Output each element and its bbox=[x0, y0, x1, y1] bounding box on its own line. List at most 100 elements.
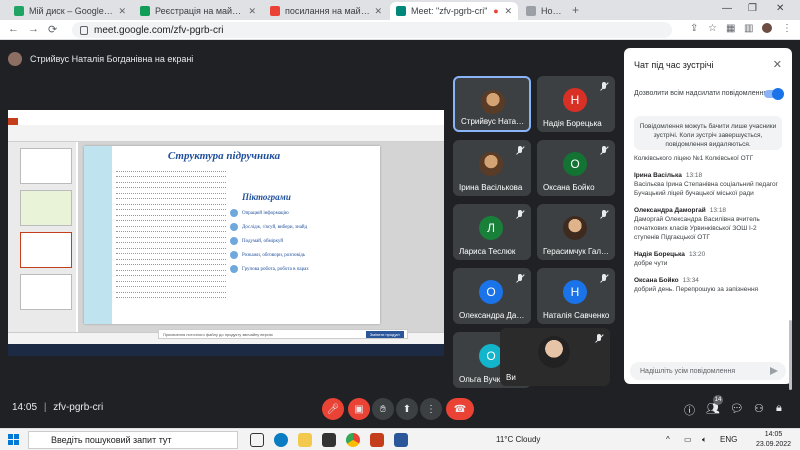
browser-tab[interactable]: Нова вкладка bbox=[520, 2, 568, 20]
info-icon[interactable]: ⓘ bbox=[684, 402, 695, 418]
star-icon[interactable]: ☆ bbox=[708, 23, 717, 34]
participant-tile[interactable]: Н Наталія Савченко bbox=[537, 268, 615, 324]
browser-tabbar: Мій диск – Google Диск ✕ Реєстрація на м… bbox=[0, 0, 800, 20]
chat-input[interactable]: Надішліть усім повідомлення bbox=[630, 362, 786, 380]
participant-tile[interactable]: Н Надія Борецька bbox=[537, 76, 615, 132]
url-input[interactable]: meet.google.com/zfv-pgrb-cri bbox=[72, 22, 672, 38]
system-clock[interactable]: 14:05 23.09.2022 bbox=[756, 430, 791, 450]
chat-scrollbar[interactable] bbox=[789, 320, 792, 390]
magnifier-icon bbox=[230, 223, 238, 231]
presentation-banner: Стрийвус Наталія Богданівна на екрані bbox=[8, 50, 608, 68]
tab-title: Реєстрація на майстер-кла bbox=[155, 6, 244, 16]
host-controls-icon[interactable]: 🔒︎ bbox=[776, 402, 782, 415]
send-icon[interactable] bbox=[770, 367, 778, 375]
close-icon[interactable]: ✕ bbox=[244, 6, 256, 17]
reload-icon[interactable]: ⟳ bbox=[48, 23, 57, 36]
participant-tile[interactable]: О Олександра Дар... bbox=[453, 268, 531, 324]
weather-widget[interactable]: 11°C Cloudy bbox=[496, 435, 540, 444]
word-icon[interactable] bbox=[394, 433, 408, 447]
present-button[interactable]: ⬆ bbox=[396, 398, 418, 420]
chat-message: Колківського ліцею №1 Колківської ОТГ bbox=[634, 154, 782, 163]
participant-name: Ірина Васількова bbox=[459, 183, 523, 192]
ppt-notification: Присвоєння поточного файлу до продукту з… bbox=[158, 329, 408, 339]
chrome-icon[interactable] bbox=[346, 433, 360, 447]
participant-avatar: О bbox=[479, 280, 503, 304]
shared-taskbar bbox=[8, 344, 444, 356]
allow-messages-toggle[interactable] bbox=[764, 88, 784, 100]
pictogram-item: Дослідж, з'ясуй, вибери, знайд bbox=[230, 222, 370, 232]
tab-title: Нова вкладка bbox=[541, 6, 562, 16]
back-icon[interactable]: ← bbox=[8, 23, 19, 35]
maximize-icon[interactable]: ❐ bbox=[748, 3, 757, 14]
close-icon[interactable]: ✕ bbox=[114, 6, 126, 17]
chat-message: Ірина Васілька 13:18 Васільєва Ірина Степ… bbox=[634, 171, 782, 198]
participant-tile[interactable]: Герасимчук Галин... bbox=[537, 204, 615, 260]
language-indicator[interactable]: ENG bbox=[720, 435, 737, 444]
slide-thumbnail bbox=[20, 232, 72, 268]
message-author: Олександра Даморгай bbox=[634, 207, 706, 214]
message-text: Васільєва Ірина Степанівна соціальний пе… bbox=[634, 181, 779, 197]
slide-title: Структура підручника bbox=[167, 150, 281, 162]
profile-avatar[interactable] bbox=[762, 23, 772, 33]
self-tile[interactable]: Ви bbox=[500, 328, 610, 386]
mic-off-icon bbox=[515, 146, 525, 156]
message-time: 13:20 bbox=[688, 251, 706, 258]
mic-off-icon bbox=[599, 274, 609, 284]
close-icon[interactable]: ✕ bbox=[370, 6, 382, 17]
activities-icon[interactable]: ⚇ bbox=[754, 402, 764, 415]
close-icon[interactable]: ✕ bbox=[773, 58, 782, 71]
extensions-icon[interactable]: ▦ bbox=[726, 23, 735, 34]
leave-call-button[interactable]: ☎︎ bbox=[446, 398, 474, 420]
participant-name: Герасимчук Галин... bbox=[543, 247, 611, 256]
mic-toggle-button[interactable]: 🎤︎ bbox=[322, 398, 344, 420]
pictograms-title: Піктограми bbox=[242, 192, 291, 202]
participant-tile[interactable]: Л Лариса Теслюк bbox=[453, 204, 531, 260]
browser-tab-active[interactable]: Meet: "zfv-pgrb-cri" ● ✕ bbox=[390, 2, 518, 20]
chat-notice: Повідомлення можуть бачити лише учасники… bbox=[634, 116, 782, 150]
chat-message: Оксана Бойко 13:34 добрий день. Перепрошу… bbox=[634, 276, 782, 294]
chat-icon[interactable]: 💬︎ bbox=[730, 402, 744, 415]
tab-title: Мій диск – Google Диск bbox=[29, 6, 114, 16]
participant-tile[interactable]: Стрийвус Наталія bbox=[453, 76, 531, 132]
participant-tile[interactable]: Ірина Васількова bbox=[453, 140, 531, 196]
store-icon[interactable] bbox=[322, 433, 336, 447]
windows-search-input[interactable]: Введіть пошуковий запит тут bbox=[28, 431, 238, 449]
menu-icon[interactable]: ⋮ bbox=[782, 23, 792, 34]
participant-count-badge: 14 bbox=[713, 395, 723, 405]
mic-off-icon bbox=[599, 146, 609, 156]
file-explorer-icon[interactable] bbox=[298, 433, 312, 447]
raise-hand-button[interactable]: ✋︎ bbox=[372, 398, 394, 420]
browser-tab[interactable]: посилання на майстер-кла ✕ bbox=[264, 2, 388, 20]
speech-icon bbox=[230, 251, 238, 259]
meeting-time: 14:05 bbox=[12, 402, 38, 413]
task-view-icon[interactable] bbox=[250, 433, 264, 447]
minimize-icon[interactable]: — bbox=[722, 3, 732, 14]
pictogram-item: Подумай, обміркуй bbox=[230, 236, 370, 246]
browser-tab[interactable]: Мій диск – Google Диск ✕ bbox=[8, 2, 132, 20]
network-icon[interactable]: ▭ bbox=[684, 435, 692, 444]
powerpoint-icon[interactable] bbox=[370, 433, 384, 447]
forward-icon[interactable]: → bbox=[28, 23, 39, 35]
more-options-button[interactable]: ⋮ bbox=[420, 398, 442, 420]
browser-tab[interactable]: Реєстрація на майстер-кла ✕ bbox=[134, 2, 262, 20]
tab-title: Meet: "zfv-pgrb-cri" bbox=[411, 6, 488, 16]
participant-tile[interactable]: О Оксана Бойко bbox=[537, 140, 615, 196]
participant-name: Лариса Теслюк bbox=[459, 247, 516, 256]
thinking-icon bbox=[230, 237, 238, 245]
slide: Структура підручника Піктограми Опрацюй … bbox=[84, 146, 380, 324]
edge-icon[interactable] bbox=[274, 433, 288, 447]
message-author: Надія Борецька bbox=[634, 251, 685, 258]
participant-name: Оксана Бойко bbox=[543, 183, 595, 192]
participant-photo bbox=[563, 216, 587, 240]
new-tab-icon[interactable]: + bbox=[572, 3, 579, 17]
windows-start-icon[interactable] bbox=[8, 434, 20, 446]
pictogram-item: Опрацюй інформацію bbox=[230, 208, 370, 218]
message-text: добрий день. Перепрошую за запізнення bbox=[634, 286, 759, 293]
speaker-icon[interactable]: 🔈︎ bbox=[702, 435, 707, 445]
share-icon[interactable]: ⇪ bbox=[690, 23, 698, 34]
camera-toggle-button[interactable]: ▣ bbox=[348, 398, 370, 420]
close-window-icon[interactable]: ✕ bbox=[776, 3, 784, 14]
sidebar-icon[interactable]: ▥ bbox=[744, 23, 753, 34]
close-icon[interactable]: ✕ bbox=[500, 6, 512, 17]
tray-overflow-icon[interactable]: ^ bbox=[666, 435, 670, 444]
